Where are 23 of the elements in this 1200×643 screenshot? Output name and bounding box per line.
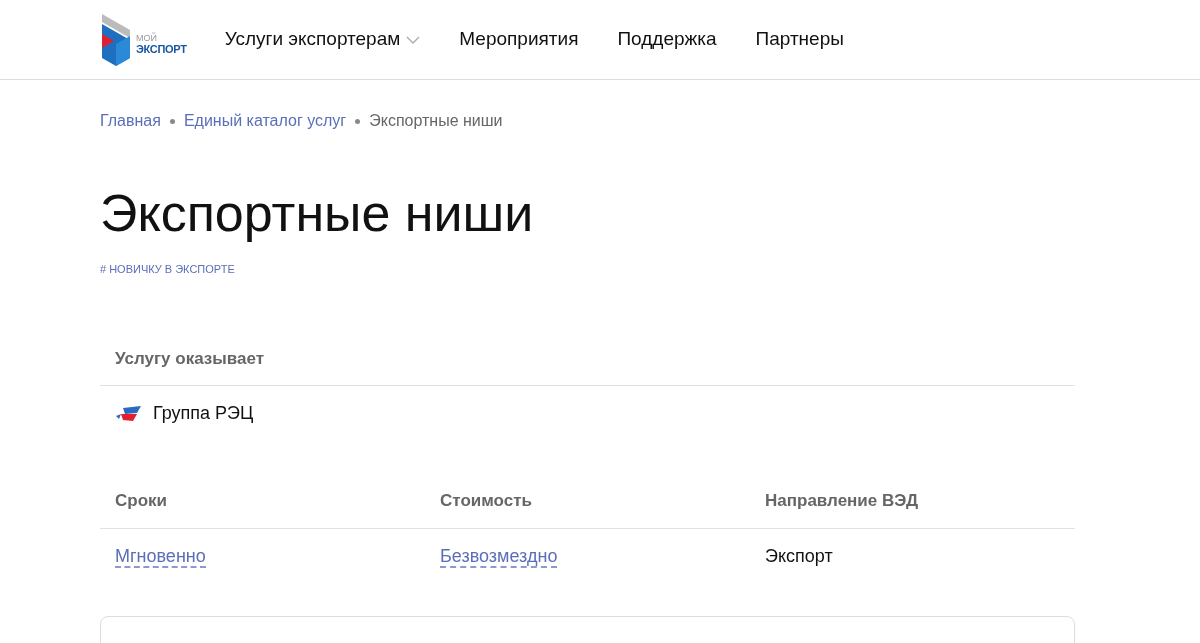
logo-icon (100, 13, 132, 66)
nav-link[interactable]: Мероприятия (459, 25, 579, 54)
detail-link[interactable]: Безвозмездно (440, 545, 558, 568)
logo-text: МОЙ (136, 32, 158, 44)
provider-logo-icon (115, 404, 143, 423)
nav-link[interactable]: Поддержка (617, 25, 717, 54)
logo[interactable]: МОЙ ЭКСПОРТ (100, 13, 187, 66)
detail-heading: Направление ВЭД (764, 490, 920, 512)
detail-link[interactable]: Мгновенно (115, 545, 206, 568)
page-title: Экспортные ниши (100, 183, 535, 243)
provider-name: Группа РЭЦ (153, 402, 254, 425)
section-heading: Услугу оказывает (100, 345, 1075, 386)
detail-heading: Стоимость (439, 490, 533, 512)
tag-link[interactable]: # НОВИЧКУ В ЭКСПОРТЕ (100, 261, 1075, 278)
breadcrumb-link[interactable]: Единый каталог услуг (183, 109, 347, 133)
detail-heading: Сроки (114, 490, 168, 512)
nav-link[interactable]: Партнеры (755, 25, 844, 54)
detail-value: Экспорт (765, 545, 833, 566)
breadcrumb-current: Экспортные ниши (369, 111, 503, 131)
nav-link[interactable]: Услуги экспортерам (224, 25, 421, 54)
breadcrumb-link[interactable]: Главная (100, 109, 161, 133)
logo-text: ЭКСПОРТ (136, 43, 187, 55)
chevron-down-icon (406, 35, 421, 44)
